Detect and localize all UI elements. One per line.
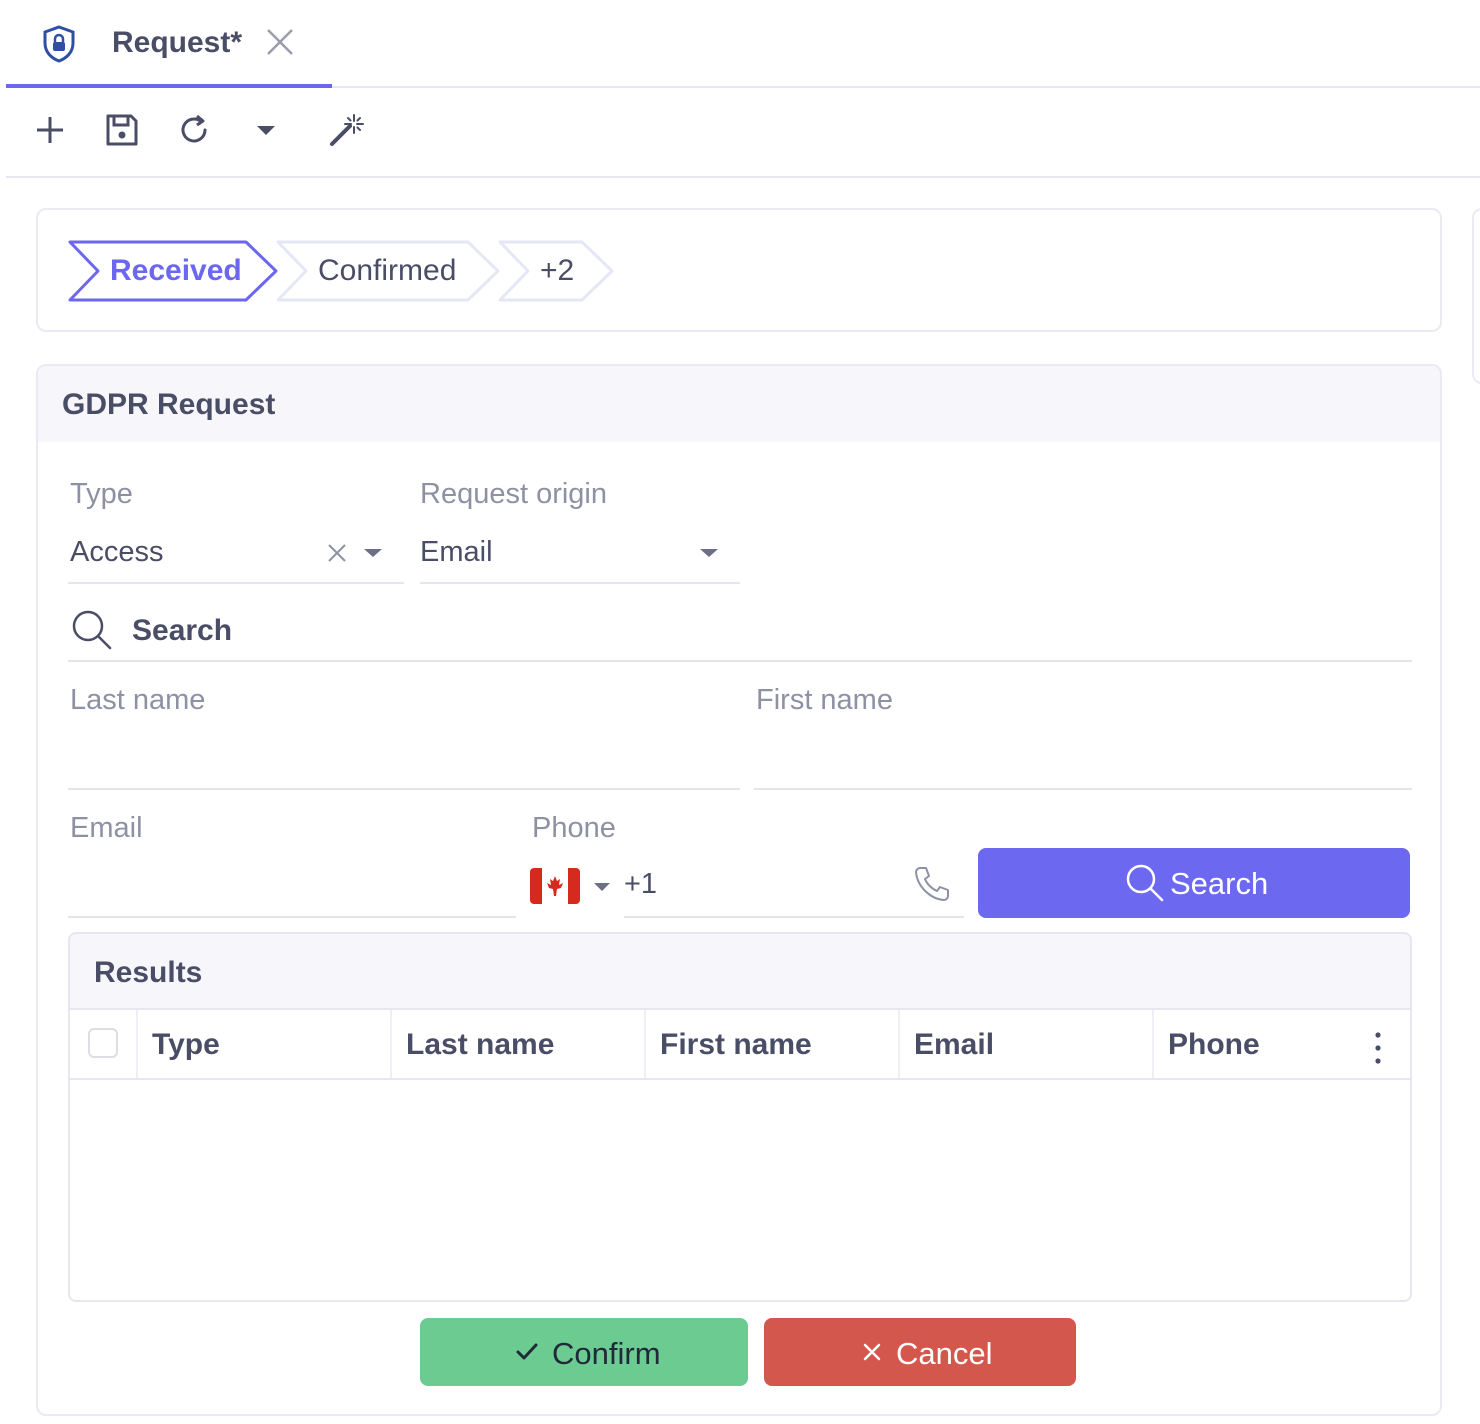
step-received[interactable]: Received — [68, 240, 280, 302]
step-label-received: Received — [110, 254, 242, 287]
confirm-label: Confirm — [552, 1336, 661, 1371]
search-button[interactable]: Search — [978, 848, 1410, 918]
email-input[interactable] — [68, 856, 516, 916]
last-name-underline — [68, 788, 740, 790]
caret-down-icon — [592, 880, 612, 898]
phone-label: Phone — [532, 812, 616, 844]
column-options-icon[interactable] — [1366, 1030, 1390, 1066]
plus-icon — [34, 114, 66, 151]
request-origin-underline — [420, 582, 740, 584]
close-icon[interactable] — [264, 26, 296, 58]
tab-bar: Request* — [6, 0, 1480, 88]
tab-title: Request* — [112, 26, 243, 59]
first-name-input[interactable] — [754, 726, 1412, 788]
country-select[interactable] — [530, 866, 614, 906]
table-body — [70, 1080, 1410, 1300]
email-label: Email — [70, 812, 143, 844]
phone-icon — [912, 864, 952, 909]
refresh-button[interactable] — [174, 112, 214, 152]
caret-down-icon — [362, 546, 384, 565]
column-label: First name — [660, 1028, 812, 1061]
caret-down-icon — [254, 122, 278, 143]
magic-wand-icon — [326, 110, 366, 155]
request-origin-label: Request origin — [420, 478, 607, 510]
search-icon — [1124, 862, 1166, 912]
step-label-confirmed: Confirmed — [318, 254, 457, 287]
check-icon — [516, 1342, 538, 1367]
cancel-button[interactable]: Cancel — [764, 1318, 1076, 1386]
email-underline — [68, 916, 516, 918]
form-header: GDPR Request — [38, 366, 1440, 442]
more-actions-dropdown[interactable] — [246, 112, 286, 152]
phone-underline — [624, 916, 964, 918]
type-select[interactable]: Access — [68, 526, 404, 584]
tab-request[interactable]: Request* — [6, 0, 332, 88]
refresh-icon — [176, 112, 212, 153]
save-button[interactable] — [102, 112, 142, 152]
search-section-title: Search — [132, 614, 233, 647]
toolbar — [6, 88, 1480, 178]
gdpr-request-panel: GDPR Request Type Access Request origin … — [36, 364, 1442, 1416]
form-title: GDPR Request — [62, 388, 276, 421]
column-header-email[interactable]: Email — [898, 1010, 1152, 1078]
search-button-label: Search — [1170, 866, 1269, 901]
type-underline — [68, 582, 404, 584]
last-name-label: Last name — [70, 684, 206, 716]
first-name-underline — [754, 788, 1412, 790]
cancel-label: Cancel — [896, 1336, 993, 1371]
workflow-panel: Received Confirmed +2 — [36, 208, 1442, 332]
column-header-first-name[interactable]: First name — [644, 1010, 898, 1078]
shield-lock-icon — [40, 24, 78, 64]
column-label: Type — [152, 1028, 220, 1061]
phone-country-code: +1 — [624, 868, 658, 900]
side-panel-edge — [1472, 208, 1480, 384]
results-header: Results — [70, 934, 1410, 1010]
canada-flag-icon — [530, 868, 580, 909]
step-more[interactable]: +2 — [498, 240, 618, 302]
save-icon — [104, 112, 140, 153]
column-header-last-name[interactable]: Last name — [390, 1010, 644, 1078]
step-label-more: +2 — [540, 254, 575, 287]
last-name-input[interactable] — [68, 726, 740, 788]
column-header-type[interactable]: Type — [136, 1010, 390, 1078]
column-label: Last name — [406, 1028, 555, 1061]
step-confirmed[interactable]: Confirmed — [276, 240, 502, 302]
search-icon — [70, 608, 114, 657]
confirm-button[interactable]: Confirm — [420, 1318, 748, 1386]
type-label: Type — [70, 478, 133, 510]
clear-icon[interactable] — [326, 542, 348, 569]
select-all-column — [70, 1010, 136, 1078]
caret-down-icon — [698, 546, 720, 565]
request-origin-select[interactable]: Email — [420, 526, 740, 584]
first-name-label: First name — [756, 684, 893, 716]
column-label: Phone — [1168, 1028, 1260, 1061]
table-header-row: Type Last name First name Email Phone — [70, 1010, 1410, 1080]
select-all-checkbox[interactable] — [88, 1028, 118, 1058]
column-label: Email — [914, 1028, 995, 1061]
close-icon — [862, 1342, 882, 1367]
results-table: Results Type Last name First name Email … — [68, 932, 1412, 1302]
add-button[interactable] — [30, 112, 70, 152]
request-origin-value: Email — [420, 536, 493, 568]
search-section-divider — [68, 660, 1412, 662]
magic-wand-button[interactable] — [326, 112, 366, 152]
results-title: Results — [94, 956, 203, 989]
phone-input[interactable]: +1 — [624, 856, 964, 916]
type-value: Access — [70, 536, 164, 568]
